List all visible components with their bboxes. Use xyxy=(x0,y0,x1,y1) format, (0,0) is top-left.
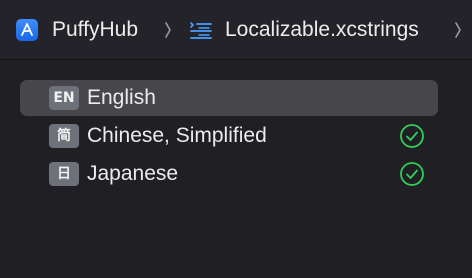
chevron-right-icon xyxy=(455,22,461,38)
jump-bar: PuffyHub Localizable.xcstrings xyxy=(0,0,472,60)
chevron-right-icon xyxy=(165,22,171,38)
string-catalog-icon xyxy=(190,22,212,39)
language-badge: 日 xyxy=(49,162,79,186)
checkmark-circle-icon xyxy=(400,124,424,148)
checkmark-circle-icon xyxy=(400,162,424,186)
language-row-chinese-simplified[interactable]: 简 Chinese, Simplified xyxy=(20,118,438,154)
language-name: Japanese xyxy=(87,162,179,185)
language-badge: 简 xyxy=(49,124,79,148)
language-row-japanese[interactable]: 日 Japanese xyxy=(20,156,438,192)
language-row-english[interactable]: EN English xyxy=(20,80,438,116)
language-name: English xyxy=(87,86,156,109)
language-badge: EN xyxy=(49,86,79,110)
language-name: Chinese, Simplified xyxy=(87,124,267,147)
language-list: EN English 简 Chinese, Simplified 日 Japan… xyxy=(0,60,472,278)
breadcrumb-project[interactable]: PuffyHub xyxy=(52,18,138,42)
breadcrumb-file[interactable]: Localizable.xcstrings xyxy=(225,18,419,42)
xcode-app-icon[interactable] xyxy=(16,19,38,41)
